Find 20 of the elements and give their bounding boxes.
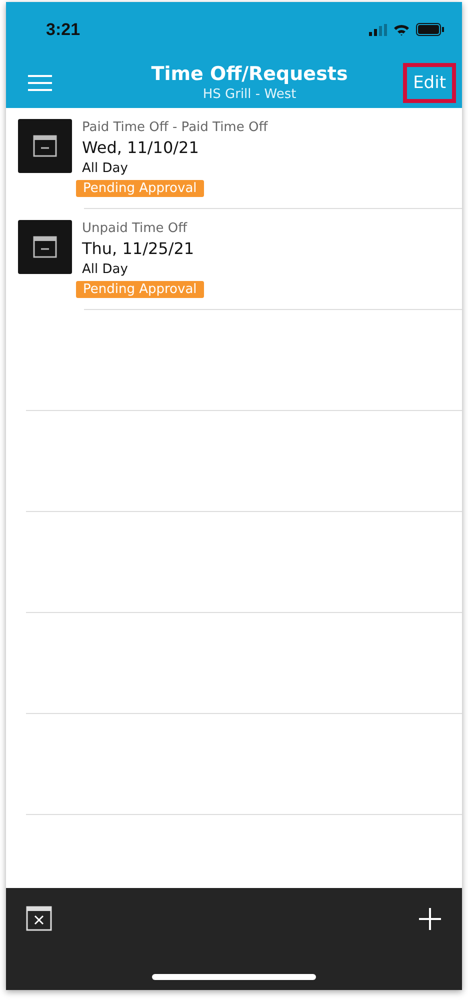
request-date: Wed, 11/10/21 (82, 137, 199, 159)
screen-subtitle: HS Grill - West (202, 87, 296, 102)
add-icon[interactable] (418, 906, 442, 930)
calendar-icon (18, 220, 72, 274)
calendar-x-icon[interactable] (26, 906, 52, 931)
calendar-icon (18, 119, 72, 173)
signal-icon (369, 24, 387, 36)
request-duration: All Day (82, 160, 128, 178)
battery-icon (416, 23, 444, 36)
request-type: Paid Time Off - Paid Time Off (82, 119, 268, 137)
status-time: 3:21 (46, 20, 80, 40)
request-duration: All Day (82, 261, 128, 279)
request-date: Thu, 11/25/21 (82, 238, 194, 260)
request-type: Unpaid Time Off (82, 220, 188, 238)
wifi-icon (393, 24, 410, 36)
status-label: Pending Approval (76, 281, 204, 298)
request-row[interactable]: Unpaid Time Off Thu, 11/25/21 All Day Pending Approval (6, 209, 462, 310)
status-label: Pending Approval (76, 180, 204, 197)
screen-title: Time Off/Requests (151, 63, 348, 85)
request-row[interactable]: Paid Time Off - Paid Time Off Wed, 11/10/21 All Day Pending Approval (6, 108, 462, 209)
